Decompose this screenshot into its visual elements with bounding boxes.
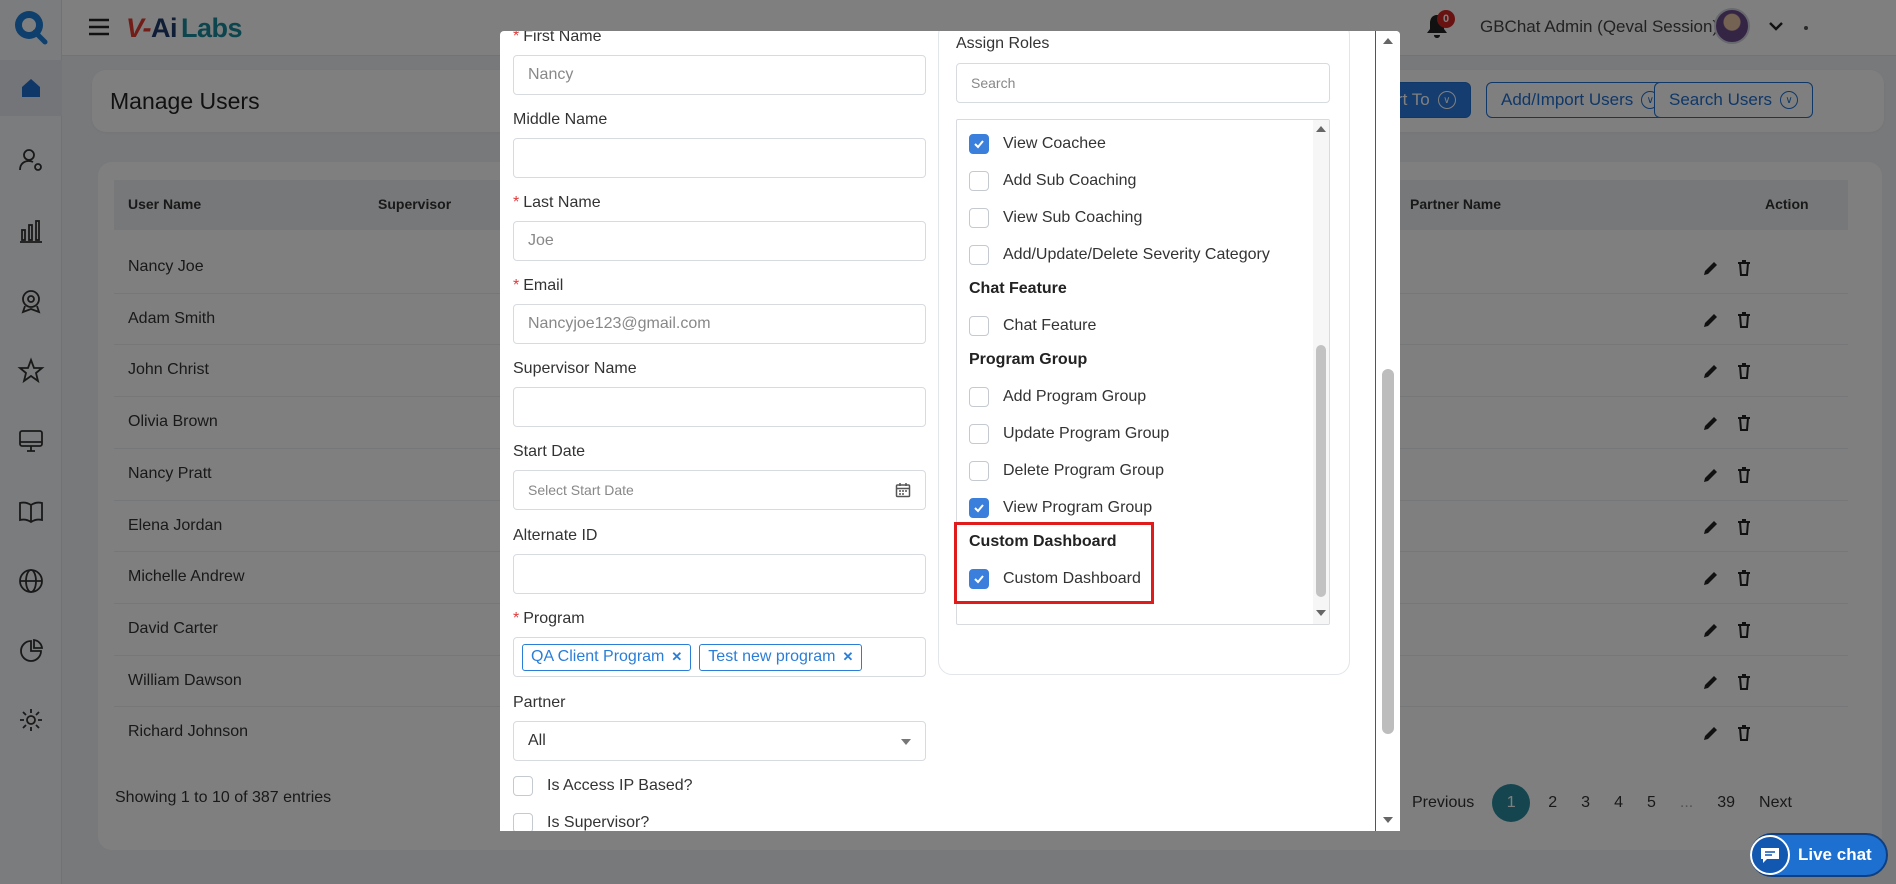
program-multiselect[interactable]: QA Client Program ✕ Test new program ✕ <box>513 637 926 677</box>
email-field[interactable]: Nancyjoe123@gmail.com <box>513 304 926 344</box>
live-chat-button[interactable]: Live chat <box>1750 833 1888 877</box>
modal-scrollbar[interactable] <box>1376 31 1400 831</box>
is-access-ip-based-checkbox[interactable]: Is Access IP Based? <box>513 776 693 796</box>
modal-scrollbar-thumb[interactable] <box>1382 369 1394 734</box>
role-checkbox-item[interactable]: Add Program Group <box>969 387 1146 407</box>
checkbox-box[interactable] <box>969 316 989 336</box>
start-date-placeholder: Select Start Date <box>528 482 634 498</box>
program-tag-label: QA Client Program <box>531 648 665 665</box>
is-supervisor-checkbox[interactable]: Is Supervisor? <box>513 813 649 831</box>
remove-tag-icon[interactable]: ✕ <box>671 649 682 665</box>
checkbox-box[interactable] <box>969 171 989 191</box>
role-checkbox-item[interactable]: View Program Group <box>969 498 1152 518</box>
calendar-icon[interactable] <box>895 482 911 498</box>
scroll-down-icon[interactable] <box>1383 817 1393 823</box>
role-label: Add Program Group <box>1003 388 1147 405</box>
role-label: Chat Feature <box>1003 317 1097 334</box>
scroll-up-icon[interactable] <box>1316 126 1326 132</box>
role-label: Add/Update/Delete Severity Category <box>1003 246 1270 263</box>
check-icon <box>974 504 984 513</box>
role-group-heading: Chat Feature <box>969 280 1067 297</box>
role-checkbox-item[interactable]: Add Sub Coaching <box>969 171 1136 191</box>
role-label: View Coachee <box>1003 135 1106 152</box>
remove-tag-icon[interactable]: ✕ <box>842 649 853 665</box>
start-date-field[interactable]: Select Start Date <box>513 470 926 510</box>
chat-bubble-icon <box>1750 835 1790 875</box>
start-date-label: Start Date <box>513 443 586 460</box>
partner-label: Partner <box>513 694 566 711</box>
role-checkbox-item[interactable]: Add/Update/Delete Severity Category <box>969 245 1270 265</box>
checkbox-box[interactable] <box>969 134 989 154</box>
program-tag[interactable]: QA Client Program ✕ <box>522 643 692 671</box>
email-label-text: Email <box>523 277 564 294</box>
partner-selected-value: All <box>528 732 546 749</box>
chat-icon <box>1761 848 1779 863</box>
checkbox-box[interactable] <box>513 813 533 831</box>
is-supervisor-label: Is Supervisor? <box>547 814 650 831</box>
checkbox-box[interactable] <box>969 245 989 265</box>
alternate-id-label: Alternate ID <box>513 527 598 544</box>
highlight-box <box>954 522 1154 604</box>
program-tag-label: Test new program <box>708 648 836 665</box>
role-group-heading: Program Group <box>969 351 1088 368</box>
checkbox-box[interactable] <box>969 424 989 444</box>
supervisor-name-field[interactable] <box>513 387 926 427</box>
role-checkbox-item[interactable]: View Coachee <box>969 134 1106 154</box>
scroll-down-icon[interactable] <box>1316 610 1326 616</box>
role-label: View Program Group <box>1003 499 1153 516</box>
assign-roles-title: Assign Roles <box>956 35 1050 52</box>
role-checkbox-item[interactable]: Update Program Group <box>969 424 1169 444</box>
first-name-label: * First Name <box>513 31 601 46</box>
is-access-ip-based-label: Is Access IP Based? <box>547 777 693 794</box>
program-label: * Program <box>513 610 585 627</box>
first-name-label-text: First Name <box>523 31 602 45</box>
checkbox-box[interactable] <box>969 498 989 518</box>
role-label: Add Sub Coaching <box>1003 172 1137 189</box>
roles-list-scrollbar[interactable] <box>1313 120 1329 624</box>
last-name-label: * Last Name <box>513 194 601 211</box>
roles-list-scrollbar-thumb[interactable] <box>1316 345 1326 597</box>
middle-name-field[interactable] <box>513 138 926 178</box>
alternate-id-field[interactable] <box>513 554 926 594</box>
checkbox-box[interactable] <box>513 776 533 796</box>
role-label: View Sub Coaching <box>1003 209 1143 226</box>
last-name-label-text: Last Name <box>523 194 601 211</box>
roles-search-input[interactable]: Search <box>956 63 1330 103</box>
role-label: Update Program Group <box>1003 425 1170 442</box>
checkbox-box[interactable] <box>969 208 989 228</box>
middle-name-label: Middle Name <box>513 111 608 128</box>
email-label: * Email <box>513 277 564 294</box>
partner-select[interactable]: All <box>513 721 926 761</box>
program-tag[interactable]: Test new program ✕ <box>699 643 863 671</box>
checkbox-box[interactable] <box>969 461 989 481</box>
check-icon <box>974 140 984 149</box>
role-checkbox-item[interactable]: Delete Program Group <box>969 461 1164 481</box>
caret-down-icon <box>901 739 911 745</box>
role-checkbox-item[interactable]: Chat Feature <box>969 316 1096 336</box>
scroll-up-icon[interactable] <box>1383 38 1393 44</box>
supervisor-name-label: Supervisor Name <box>513 360 637 377</box>
role-checkbox-item[interactable]: View Sub Coaching <box>969 208 1142 228</box>
first-name-field[interactable]: Nancy <box>513 55 926 95</box>
edit-user-modal: * First Name Nancy Middle Name * Last Name… <box>500 31 1400 831</box>
role-label: Delete Program Group <box>1003 462 1164 479</box>
program-label-text: Program <box>523 610 585 627</box>
last-name-field[interactable]: Joe <box>513 221 926 261</box>
live-chat-label: Live chat <box>1798 845 1872 864</box>
checkbox-box[interactable] <box>969 387 989 407</box>
